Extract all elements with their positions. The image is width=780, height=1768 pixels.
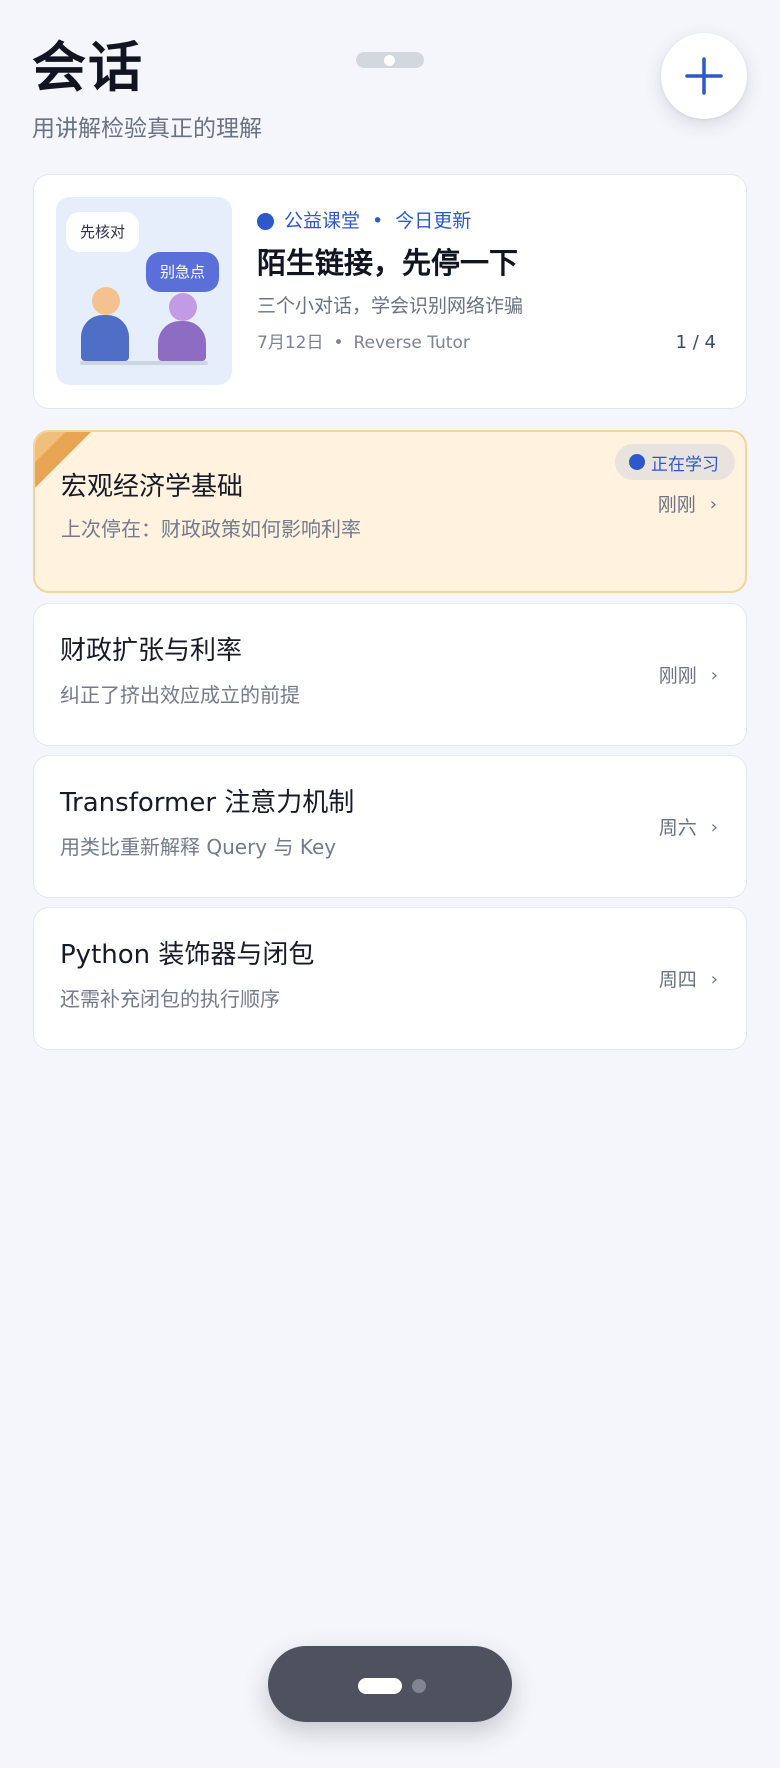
- thumbnail-floor: [80, 361, 208, 365]
- featured-tag-right: 今日更新: [395, 210, 472, 232]
- featured-date: 7月12日: [257, 333, 324, 353]
- active-session-card[interactable]: 正在学习 宏观经济学基础 上次停在：财政政策如何影响利率 刚刚 ›: [33, 430, 747, 593]
- chevron-right-icon: ›: [710, 665, 718, 686]
- session-card[interactable]: Python 装饰器与闭包 还需补充闭包的执行顺序 周四 ›: [33, 907, 747, 1050]
- status-badge: 正在学习: [615, 444, 735, 480]
- featured-thumbnail: 先核对 别急点: [56, 197, 232, 385]
- person-left-body: [81, 315, 129, 361]
- page-indicator-dot: [384, 55, 395, 66]
- featured-meta: 7月12日 • Reverse Tutor: [257, 331, 470, 355]
- session-time-label: 刚刚: [657, 494, 696, 516]
- featured-tag-left: 公益课堂: [284, 210, 361, 232]
- page-indicator[interactable]: [356, 52, 424, 68]
- person-right-head: [169, 293, 197, 321]
- featured-page-counter: 1 / 4: [675, 332, 716, 353]
- bottom-nav-inactive-indicator[interactable]: [412, 1679, 426, 1693]
- tag-dot-icon: [257, 212, 274, 230]
- person-left-head: [92, 287, 120, 315]
- page-title: 会话: [32, 36, 144, 99]
- bottom-navigation-bar[interactable]: [268, 1646, 512, 1722]
- featured-source: Reverse Tutor: [353, 333, 470, 353]
- status-dot-icon: [629, 454, 645, 470]
- thumbnail-bubble-right: 别急点: [146, 252, 220, 292]
- session-subtitle: 用类比重新解释 Query 与 Key: [60, 835, 337, 859]
- page-subtitle: 用讲解检验真正的理解: [32, 116, 262, 142]
- featured-description: 三个小对话，学会识别网络诈骗: [257, 295, 524, 317]
- chevron-right-icon: ›: [710, 969, 718, 990]
- thumbnail-bubble-left: 先核对: [66, 212, 140, 252]
- featured-meta-separator: •: [333, 333, 344, 353]
- session-time-label: 刚刚: [658, 665, 697, 687]
- session-time: 周四 ›: [659, 967, 718, 993]
- session-title: Python 装饰器与闭包: [60, 940, 315, 970]
- session-title: 宏观经济学基础: [61, 472, 244, 502]
- header: 会话 用讲解检验真正的理解: [32, 36, 262, 144]
- session-time-label: 周六: [658, 817, 697, 839]
- session-time: 刚刚 ›: [658, 492, 717, 518]
- session-time: 周六 ›: [659, 815, 718, 841]
- session-subtitle: 还需补充闭包的执行顺序: [60, 987, 280, 1011]
- person-right-body: [158, 321, 206, 361]
- bottom-nav-active-indicator[interactable]: [358, 1678, 402, 1694]
- featured-title: 陌生链接，先停一下: [257, 246, 519, 280]
- session-time-label: 周四: [658, 969, 697, 991]
- session-subtitle: 纠正了挤出效应成立的前提: [60, 683, 300, 707]
- chevron-right-icon: ›: [710, 817, 718, 838]
- featured-tag: 公益课堂 • 今日更新: [257, 209, 471, 233]
- add-conversation-button[interactable]: [661, 33, 747, 119]
- status-badge-label: 正在学习: [651, 454, 719, 475]
- session-title: 财政扩张与利率: [60, 636, 243, 666]
- session-card[interactable]: 财政扩张与利率 纠正了挤出效应成立的前提 刚刚 ›: [33, 603, 747, 746]
- session-card[interactable]: Transformer 注意力机制 用类比重新解释 Query 与 Key 周六…: [33, 755, 747, 898]
- featured-card[interactable]: 先核对 别急点 公益课堂 • 今日更新 陌生链接，先停一下 三个小对话，学会识别…: [33, 174, 747, 409]
- plus-icon: [685, 57, 723, 95]
- featured-tag-separator: •: [372, 210, 384, 232]
- session-title: Transformer 注意力机制: [60, 788, 355, 818]
- session-subtitle: 上次停在：财政政策如何影响利率: [61, 517, 361, 541]
- session-time: 刚刚 ›: [659, 663, 718, 689]
- chevron-right-icon: ›: [709, 494, 717, 515]
